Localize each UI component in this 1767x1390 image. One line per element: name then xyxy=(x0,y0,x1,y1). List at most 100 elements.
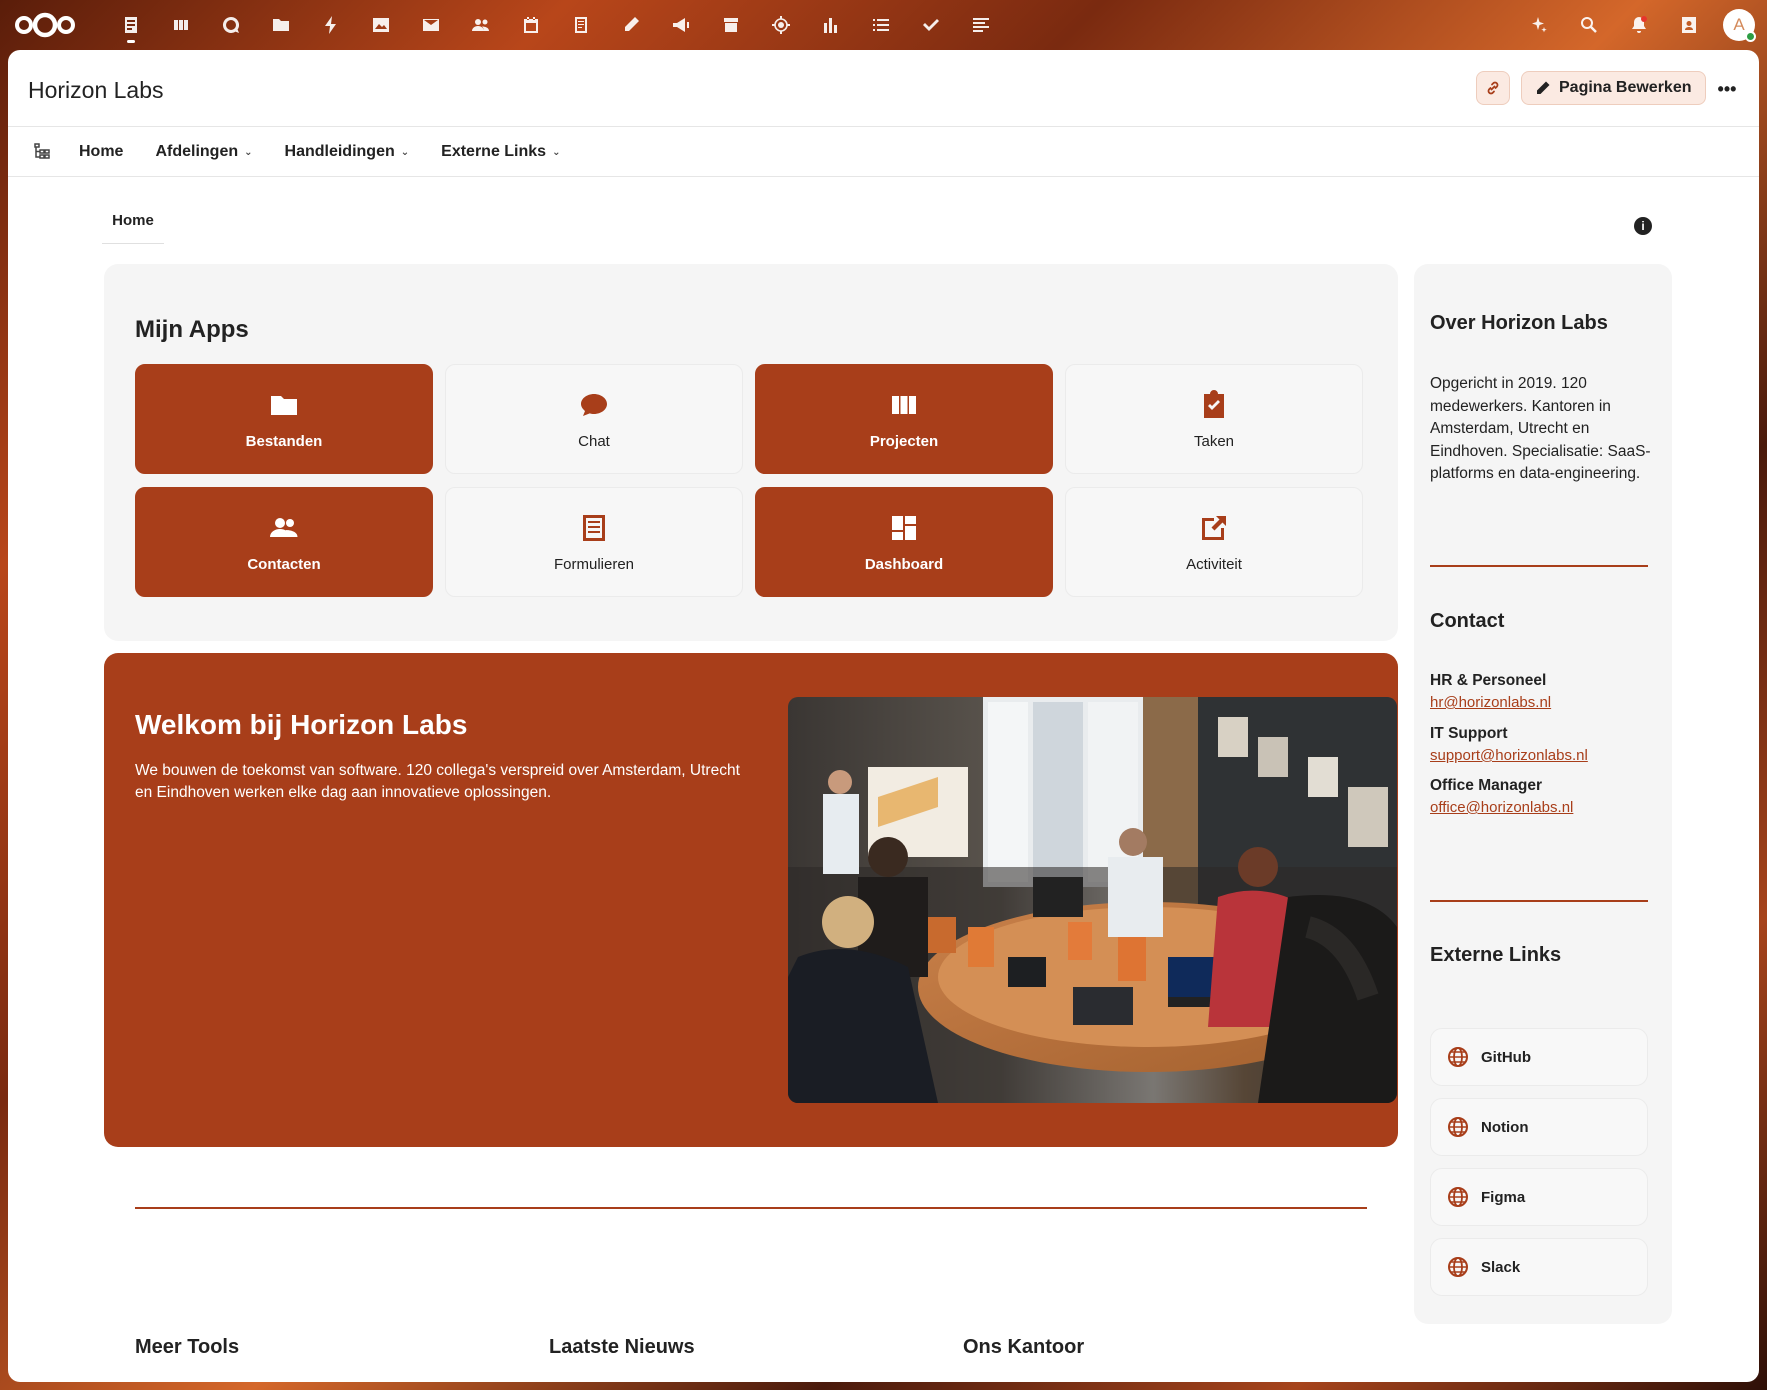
app-tile-taken[interactable]: Taken xyxy=(1065,364,1363,474)
dashboard-icon[interactable] xyxy=(106,0,156,50)
app-tile-label: Projecten xyxy=(869,432,939,450)
more-options-icon[interactable]: ••• xyxy=(1714,76,1740,102)
external-links-title: Externe Links xyxy=(1430,944,1562,966)
welcome-text: We bouwen de toekomst van software. 120 … xyxy=(135,762,740,801)
welcome-card: Welkom bij Horizon Labs We bouwen de toe… xyxy=(104,653,1398,1147)
external-link-github[interactable]: GitHub xyxy=(1430,1028,1648,1086)
app-tile-label: Dashboard xyxy=(864,555,944,573)
external-link-label: Notion xyxy=(1481,1118,1529,1136)
announcements-icon[interactable] xyxy=(656,0,706,50)
app-tile-projecten[interactable]: Projecten xyxy=(755,364,1053,474)
app-tile-dashboard[interactable]: Dashboard xyxy=(755,487,1053,597)
app-menu xyxy=(106,0,1006,50)
nav-item-afdelingen[interactable]: Afdelingen ⌄ xyxy=(155,143,252,161)
welcome-title: Welkom bij Horizon Labs xyxy=(135,709,468,740)
circles-icon[interactable] xyxy=(756,0,806,50)
people-icon xyxy=(270,517,298,537)
nav-item-label: Externe Links xyxy=(441,143,547,160)
contact-office: Office Manager office@horizonlabs.nl xyxy=(1430,775,1660,819)
assistant-icon[interactable] xyxy=(1514,0,1564,50)
calendar-icon[interactable] xyxy=(506,0,556,50)
section-heading-meer-tools: Meer Tools xyxy=(135,1336,240,1358)
form-icon xyxy=(583,514,605,541)
sidebar: Over Horizon Labs Opgericht in 2019. 120… xyxy=(1414,264,1672,1324)
search-icon[interactable] xyxy=(1564,0,1614,50)
contact-email-link[interactable]: support@horizonlabs.nl xyxy=(1430,745,1660,767)
edit-page-label: Pagina Bewerken xyxy=(1559,79,1692,96)
files-icon[interactable] xyxy=(256,0,306,50)
sidebar-divider xyxy=(1430,900,1648,902)
external-link-notion[interactable]: Notion xyxy=(1430,1098,1648,1156)
app-tile-activiteit[interactable]: Activiteit xyxy=(1065,487,1363,597)
archive-icon[interactable] xyxy=(706,0,756,50)
contact-label: IT Support xyxy=(1430,725,1508,742)
chat-icon xyxy=(581,393,607,416)
chevron-down-icon: ⌄ xyxy=(552,146,561,158)
analytics-icon[interactable] xyxy=(806,0,856,50)
globe-icon xyxy=(1448,1257,1468,1277)
office-meeting-illustration xyxy=(788,697,1397,1103)
app-tile-contacten[interactable]: Contacten xyxy=(135,487,433,597)
info-icon[interactable]: i xyxy=(1634,217,1652,235)
link-icon xyxy=(1487,81,1499,95)
open-external-icon xyxy=(1202,515,1226,540)
folder-icon xyxy=(271,395,297,415)
copy-link-button[interactable] xyxy=(1476,71,1510,105)
lists-icon[interactable] xyxy=(856,0,906,50)
external-link-label: Figma xyxy=(1481,1188,1526,1206)
collectives-icon[interactable] xyxy=(956,0,1006,50)
app-tile-chat[interactable]: Chat xyxy=(445,364,743,474)
whiteboard-icon[interactable] xyxy=(606,0,656,50)
contact-hr: HR & Personeel hr@horizonlabs.nl xyxy=(1430,670,1660,714)
notifications-icon[interactable] xyxy=(1614,0,1664,50)
my-apps-card: Mijn Apps Bestanden Chat Projecten Taken xyxy=(104,264,1398,641)
contact-email-link[interactable]: office@horizonlabs.nl xyxy=(1430,797,1660,819)
edit-page-button[interactable]: Pagina Bewerken xyxy=(1521,71,1706,105)
nav-item-label: Handleidingen xyxy=(284,143,395,160)
contacts-menu-icon[interactable] xyxy=(1664,0,1714,50)
nextcloud-logo-icon[interactable] xyxy=(14,11,76,39)
tasks-icon[interactable] xyxy=(906,0,956,50)
pencil-icon xyxy=(1537,81,1550,94)
app-tile-label: Taken xyxy=(1193,432,1235,450)
app-tile-label: Contacten xyxy=(247,555,321,573)
deck-icon[interactable] xyxy=(156,0,206,50)
main-panel: Horizon Labs Pagina Bewerken ••• Home Af… xyxy=(8,50,1759,1382)
globe-icon xyxy=(1448,1047,1468,1067)
talk-icon[interactable] xyxy=(206,0,256,50)
notes-icon[interactable] xyxy=(556,0,606,50)
chevron-down-icon: ⌄ xyxy=(244,146,253,158)
contacts-icon[interactable] xyxy=(456,0,506,50)
user-avatar[interactable]: A xyxy=(1723,9,1756,42)
external-link-figma[interactable]: Figma xyxy=(1430,1168,1648,1226)
activity-icon[interactable] xyxy=(306,0,356,50)
contact-label: Office Manager xyxy=(1430,777,1542,794)
globe-icon xyxy=(1448,1117,1468,1137)
office-meeting-photo xyxy=(788,697,1397,1103)
external-link-slack[interactable]: Slack xyxy=(1430,1238,1648,1296)
globe-icon xyxy=(1448,1187,1468,1207)
about-title: Over Horizon Labs xyxy=(1430,312,1608,334)
app-tile-bestanden[interactable]: Bestanden xyxy=(135,364,433,474)
nav-item-handleidingen[interactable]: Handleidingen ⌄ xyxy=(285,143,410,161)
dashboard-grid-icon xyxy=(892,515,916,540)
breadcrumb[interactable]: Home xyxy=(102,212,164,244)
avatar-letter: A xyxy=(1733,15,1745,34)
app-tile-label: Chat xyxy=(578,432,610,450)
nav-item-externe-links[interactable]: Externe Links ⌄ xyxy=(441,143,560,161)
navigation-bar: Home Afdelingen ⌄ Handleidingen ⌄ Externe … xyxy=(8,127,1759,177)
nav-item-label: Home xyxy=(79,143,124,160)
page-tree-icon[interactable] xyxy=(34,143,50,159)
about-text: Opgericht in 2019. 120 medewerkers. Kant… xyxy=(1430,375,1651,482)
clipboard-check-icon xyxy=(1204,389,1224,418)
nav-item-home[interactable]: Home xyxy=(79,143,123,161)
deck-icon xyxy=(892,395,916,414)
app-tile-label: Bestanden xyxy=(245,432,323,450)
my-apps-title: Mijn Apps xyxy=(135,316,249,343)
app-tile-formulieren[interactable]: Formulieren xyxy=(445,487,743,597)
contact-email-link[interactable]: hr@horizonlabs.nl xyxy=(1430,692,1660,714)
mail-icon[interactable] xyxy=(406,0,456,50)
nav-menu: Home Afdelingen ⌄ Handleidingen ⌄ Externe … xyxy=(79,127,592,177)
photos-icon[interactable] xyxy=(356,0,406,50)
header-right: A xyxy=(1514,0,1757,50)
